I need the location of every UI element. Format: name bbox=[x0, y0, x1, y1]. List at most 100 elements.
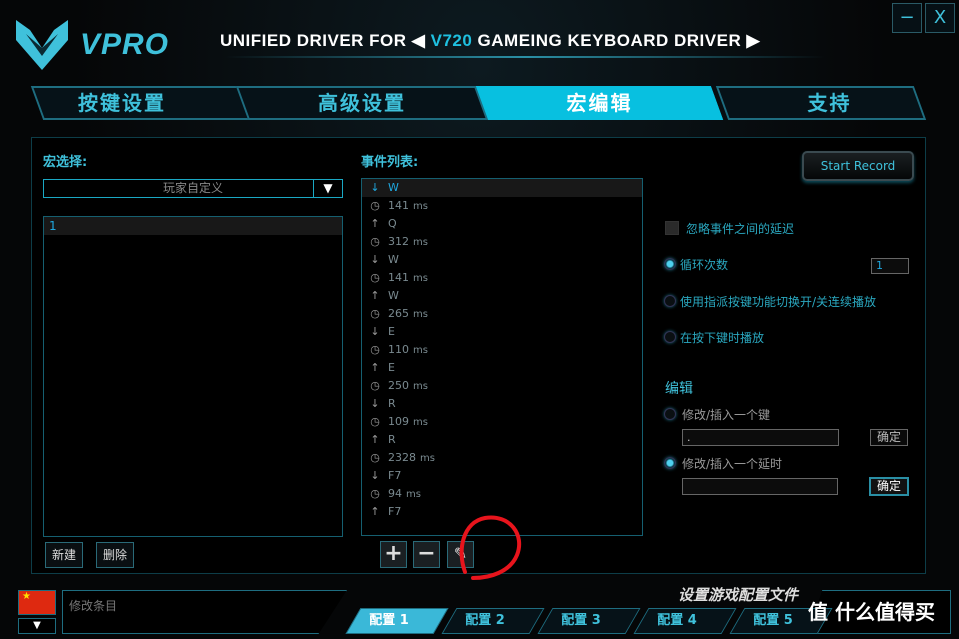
event-row[interactable]: ◷ 141 ms bbox=[362, 197, 642, 215]
event-text: W bbox=[388, 181, 399, 194]
ignore-delay-label: 忽略事件之间的延迟 bbox=[686, 222, 795, 236]
event-row[interactable]: ↑ Q bbox=[362, 215, 642, 233]
clock-icon: ◷ bbox=[370, 415, 380, 428]
event-row[interactable]: ↑ R bbox=[362, 431, 642, 449]
event-text: R bbox=[388, 433, 396, 446]
clock-icon: ◷ bbox=[370, 235, 380, 248]
macro-select-label: 宏选择: bbox=[43, 155, 88, 170]
event-text: W bbox=[388, 289, 399, 302]
clock-icon: ◷ bbox=[370, 379, 380, 392]
event-row[interactable]: ◷ 250 ms bbox=[362, 377, 642, 395]
event-unit: ms bbox=[413, 345, 428, 356]
profile-title: 设置游戏配置文件 bbox=[678, 586, 799, 604]
event-text: 250 bbox=[388, 379, 409, 392]
prev-model-icon[interactable]: ◀ bbox=[412, 31, 426, 50]
arrow-down-icon: ↓ bbox=[370, 253, 380, 266]
event-unit: ms bbox=[413, 309, 428, 320]
event-row[interactable]: ◷ 265 ms bbox=[362, 305, 642, 323]
edit-key-input[interactable]: . bbox=[682, 429, 839, 446]
model-name: V720 bbox=[430, 31, 473, 50]
event-row[interactable]: ↓ F7 bbox=[362, 467, 642, 485]
confirm-key-button[interactable]: 确定 bbox=[870, 429, 908, 446]
profile-tab-label[interactable]: 配置 2 bbox=[441, 608, 529, 634]
event-row[interactable]: ◷ 312 ms bbox=[362, 233, 642, 251]
event-text: E bbox=[388, 361, 395, 374]
event-unit: ms bbox=[406, 489, 421, 500]
title-divider bbox=[225, 56, 825, 58]
minimize-button[interactable]: − bbox=[892, 3, 922, 33]
profile-tab-label[interactable]: 配置 5 bbox=[729, 608, 817, 634]
remove-event-button[interactable]: − bbox=[413, 541, 440, 568]
clock-icon: ◷ bbox=[370, 307, 380, 320]
event-text: Q bbox=[388, 217, 397, 230]
event-unit: ms bbox=[413, 381, 428, 392]
event-row[interactable]: ↓ E bbox=[362, 323, 642, 341]
toggle-play-label: 使用指派按键功能切换开/关连续播放 bbox=[680, 295, 877, 309]
edit-delay-input[interactable] bbox=[682, 478, 838, 495]
hold-play-radio[interactable] bbox=[664, 331, 676, 343]
edit-section-title: 编辑 bbox=[665, 381, 693, 397]
start-record-button[interactable]: Start Record bbox=[802, 151, 914, 181]
event-unit: ms bbox=[413, 237, 428, 248]
event-row[interactable]: ↓ W bbox=[362, 251, 642, 269]
arrow-up-icon: ↑ bbox=[370, 289, 380, 302]
event-row[interactable]: ◷ 141 ms bbox=[362, 269, 642, 287]
ignore-delay-checkbox[interactable] bbox=[665, 221, 679, 235]
chevron-down-icon[interactable]: ▼ bbox=[313, 179, 343, 198]
arrow-down-icon: ↓ bbox=[370, 325, 380, 338]
tab-key-settings-label[interactable]: 按键设置 bbox=[37, 86, 207, 120]
event-unit: ms bbox=[420, 453, 435, 464]
clock-icon: ◷ bbox=[370, 271, 380, 284]
event-row[interactable]: ↑ W bbox=[362, 287, 642, 305]
language-dropdown[interactable]: ▼ bbox=[18, 618, 56, 634]
next-model-icon[interactable]: ▶ bbox=[746, 31, 760, 50]
tab-macro-edit-label[interactable]: 宏编辑 bbox=[482, 86, 717, 120]
loop-count-radio[interactable] bbox=[664, 258, 676, 270]
event-text: 109 bbox=[388, 415, 409, 428]
toggle-play-radio[interactable] bbox=[664, 295, 676, 307]
edit-key-radio[interactable] bbox=[664, 408, 676, 420]
event-row[interactable]: ↓ R bbox=[362, 395, 642, 413]
macro-dropdown[interactable]: 玩家自定义 bbox=[43, 179, 343, 198]
event-row[interactable]: ◷ 94 ms bbox=[362, 485, 642, 503]
profile-tab-label[interactable]: 配置 1 bbox=[345, 608, 433, 634]
event-row[interactable]: ↑ E bbox=[362, 359, 642, 377]
red-annotation-circle bbox=[459, 515, 522, 580]
brand-name: VPRO bbox=[80, 28, 170, 61]
loop-count-input[interactable]: 1 bbox=[871, 258, 909, 274]
arrow-down-icon: ↓ bbox=[370, 469, 380, 482]
add-event-button[interactable]: + bbox=[380, 541, 407, 568]
event-text: R bbox=[388, 397, 396, 410]
profile-tab-label[interactable]: 配置 4 bbox=[633, 608, 721, 634]
edit-key-label: 修改/插入一个键 bbox=[682, 408, 771, 422]
event-text: W bbox=[388, 253, 399, 266]
new-macro-button[interactable]: 新建 bbox=[45, 542, 83, 568]
edit-delay-radio[interactable] bbox=[664, 457, 676, 469]
event-row[interactable]: ◷ 110 ms bbox=[362, 341, 642, 359]
clock-icon: ◷ bbox=[370, 487, 380, 500]
clock-icon: ◷ bbox=[370, 343, 380, 356]
tab-advanced-settings-label[interactable]: 高级设置 bbox=[242, 86, 482, 120]
delete-macro-button[interactable]: 删除 bbox=[96, 542, 134, 568]
clock-icon: ◷ bbox=[370, 451, 380, 464]
language-flag-icon[interactable]: ★ bbox=[18, 590, 56, 615]
title-suffix: GAMEING KEYBOARD DRIVER bbox=[477, 31, 742, 50]
profile-tab-label[interactable]: 配置 3 bbox=[537, 608, 625, 634]
arrow-up-icon: ↑ bbox=[370, 217, 380, 230]
confirm-delay-button[interactable]: 确定 bbox=[869, 477, 909, 496]
event-row[interactable]: ↓ W bbox=[362, 179, 642, 197]
macro-list[interactable] bbox=[43, 216, 343, 537]
hold-play-label: 在按下键时播放 bbox=[680, 331, 765, 345]
arrow-up-icon: ↑ bbox=[370, 505, 380, 518]
title-prefix: UNIFIED DRIVER FOR bbox=[220, 31, 407, 50]
event-row[interactable]: ◷ 2328 ms bbox=[362, 449, 642, 467]
vpro-logo-icon bbox=[16, 20, 68, 70]
tab-support-label[interactable]: 支持 bbox=[722, 86, 937, 120]
watermark: 值 什么值得买 bbox=[808, 600, 935, 624]
macro-list-item[interactable]: 1 bbox=[44, 217, 342, 235]
event-row[interactable]: ◷ 109 ms bbox=[362, 413, 642, 431]
event-text: F7 bbox=[388, 469, 402, 482]
close-button[interactable]: X bbox=[925, 3, 955, 33]
event-unit: ms bbox=[413, 273, 428, 284]
window-title: UNIFIED DRIVER FOR ◀ V720 GAMEING KEYBOA… bbox=[220, 31, 760, 51]
